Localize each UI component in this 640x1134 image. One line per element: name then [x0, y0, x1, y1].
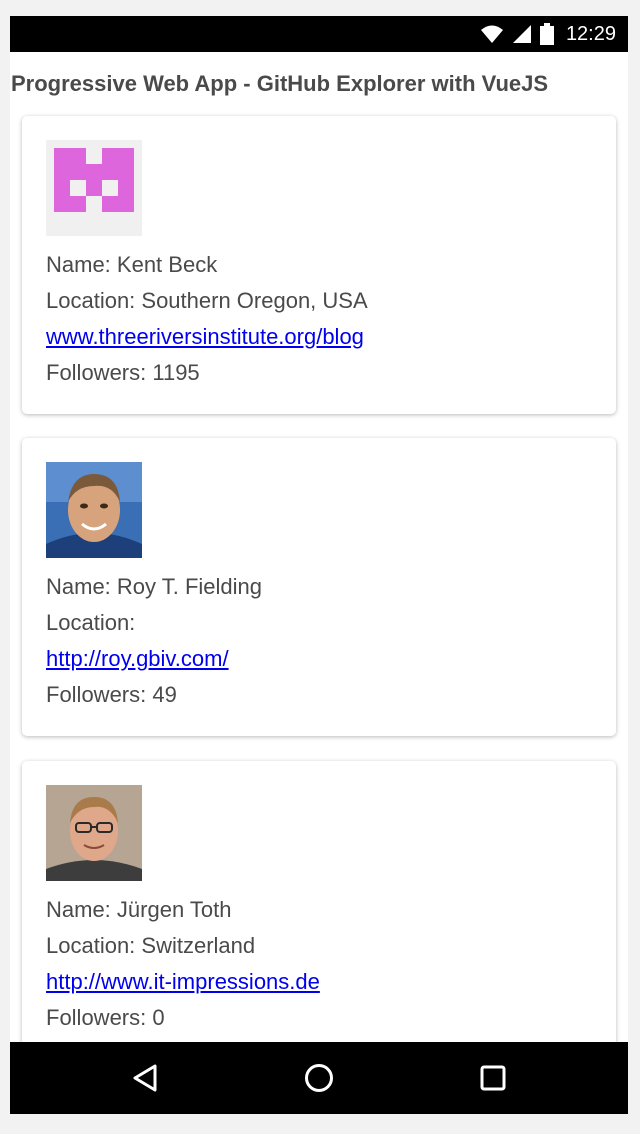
status-bar: 12:29	[10, 16, 628, 52]
status-time: 12:29	[565, 22, 616, 45]
cell-signal-icon	[512, 25, 531, 43]
app-content[interactable]: Progressive Web App - GitHub Explorer wi…	[10, 52, 628, 1042]
recents-icon	[480, 1065, 506, 1091]
user-card: Name: Kent Beck Location: Southern Orego…	[22, 116, 616, 414]
status-icons: 12:29	[480, 16, 616, 52]
user-followers: Followers: 0	[46, 1005, 165, 1030]
user-card: Name: Jürgen Toth Location: Switzerland …	[22, 761, 616, 1042]
page-title: Progressive Web App - GitHub Explorer wi…	[11, 71, 549, 96]
device-screen: 12:29 Progressive Web App - GitHub Explo…	[10, 16, 628, 1114]
user-card: Name: Roy T. Fielding Location: http://r…	[22, 438, 616, 736]
battery-icon	[539, 23, 554, 45]
home-icon	[305, 1064, 333, 1092]
back-button[interactable]	[127, 1060, 163, 1096]
user-blog-link[interactable]: http://www.it-impressions.de	[46, 969, 320, 995]
user-name: Name: Roy T. Fielding	[46, 574, 263, 599]
wifi-icon	[480, 25, 503, 43]
user-name: Name: Kent Beck	[46, 252, 218, 277]
user-followers: Followers: 1195	[46, 360, 200, 385]
home-button[interactable]	[301, 1060, 337, 1096]
user-location: Location: Switzerland	[46, 933, 256, 958]
user-name: Name: Jürgen Toth	[46, 897, 232, 922]
identicon-avatar	[46, 140, 142, 236]
back-icon	[133, 1064, 157, 1092]
recents-button[interactable]	[475, 1060, 511, 1096]
user-blog-link[interactable]: www.threeriversinstitute.org/blog	[46, 324, 364, 350]
photo-avatar	[46, 785, 142, 881]
user-location: Location: Southern Oregon, USA	[46, 288, 368, 313]
photo-avatar	[46, 462, 142, 558]
user-followers: Followers: 49	[46, 682, 177, 707]
user-blog-link[interactable]: http://roy.gbiv.com/	[46, 646, 229, 672]
user-location: Location:	[46, 610, 136, 635]
navigation-bar	[10, 1042, 628, 1114]
